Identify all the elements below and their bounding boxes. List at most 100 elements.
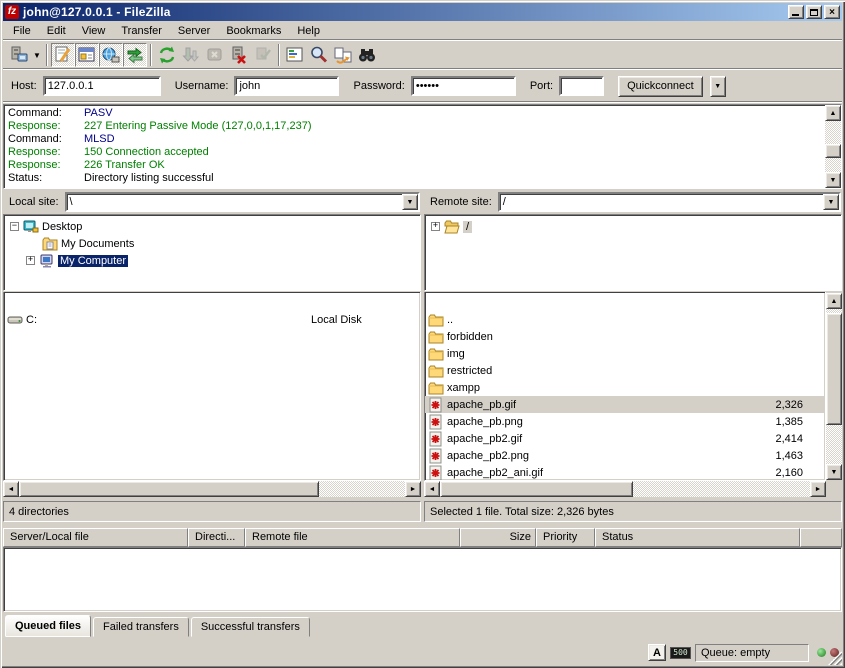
quickconnect-button[interactable]: Quickconnect bbox=[618, 76, 703, 97]
toolbar-separator bbox=[46, 44, 48, 66]
image-file-icon bbox=[428, 414, 444, 430]
directory-comparison-button[interactable] bbox=[355, 43, 379, 67]
remote-site-combobox[interactable]: / ▼ bbox=[498, 192, 841, 212]
site-manager-dropdown-button[interactable]: ▼ bbox=[31, 43, 43, 67]
port-input[interactable] bbox=[559, 76, 604, 96]
remote-hscrollbar-thumb[interactable] bbox=[440, 481, 633, 497]
scroll-down-icon[interactable]: ▼ bbox=[825, 172, 841, 188]
local-file-row[interactable]: C: Local Disk bbox=[4, 311, 420, 328]
toolbar-separator bbox=[278, 44, 280, 66]
remote-file-row[interactable]: apache_pb2.png 1,463 bbox=[425, 447, 825, 464]
filter-button[interactable] bbox=[283, 43, 307, 67]
image-file-icon bbox=[428, 465, 444, 481]
queue-column-direction[interactable]: Directi... bbox=[188, 528, 245, 547]
remote-directory-tree: + / bbox=[424, 214, 842, 291]
remote-status-bar: Selected 1 file. Total size: 2,326 bytes bbox=[424, 501, 842, 522]
toggle-transfer-queue-button[interactable] bbox=[123, 43, 147, 67]
local-hscrollbar[interactable]: ◄ ► bbox=[3, 481, 421, 497]
remote-file-row[interactable]: restricted bbox=[425, 362, 825, 379]
speed-limit-indicator[interactable]: 500 bbox=[670, 647, 691, 659]
remote-hscrollbar[interactable]: ◄ ► bbox=[424, 481, 826, 497]
quickconnect-dropdown-button[interactable]: ▼ bbox=[710, 76, 726, 97]
local-site-dropdown-button[interactable]: ▼ bbox=[402, 194, 418, 210]
site-manager-button[interactable] bbox=[7, 43, 31, 67]
remote-file-row[interactable]: apache_pb2_ani.gif 2,160 bbox=[425, 464, 825, 481]
local-site-combobox[interactable]: \ ▼ bbox=[65, 192, 420, 212]
port-label: Port: bbox=[530, 80, 553, 92]
local-tree-icon bbox=[77, 45, 97, 65]
tree-item-my-documents[interactable]: My Documents bbox=[4, 235, 420, 252]
log-scrollbar[interactable]: ▲ ▼ bbox=[825, 105, 841, 188]
transfer-type-indicator[interactable]: A bbox=[648, 644, 666, 661]
scroll-right-icon[interactable]: ► bbox=[405, 481, 421, 497]
remote-file-row-selected[interactable]: apache_pb.gif 2,326 bbox=[425, 396, 825, 413]
toggle-remote-tree-button[interactable] bbox=[99, 43, 123, 67]
log-line: Command:MLSD bbox=[8, 133, 841, 146]
tab-failed-transfers[interactable]: Failed transfers bbox=[93, 617, 189, 637]
username-input[interactable] bbox=[234, 76, 339, 96]
message-log-icon bbox=[53, 45, 73, 65]
queue-column-server-local-file[interactable]: Server/Local file bbox=[3, 528, 188, 547]
queue-column-size[interactable]: Size bbox=[460, 528, 536, 547]
remote-file-row[interactable]: xampp bbox=[425, 379, 825, 396]
process-queue-icon bbox=[181, 45, 201, 65]
local-site-label: Local site: bbox=[3, 196, 65, 208]
tree-item-root[interactable]: + / bbox=[425, 218, 841, 235]
scroll-down-icon[interactable]: ▼ bbox=[826, 464, 842, 480]
minimize-button[interactable] bbox=[788, 5, 804, 19]
image-file-icon bbox=[428, 397, 444, 413]
file-search-button[interactable] bbox=[307, 43, 331, 67]
host-input[interactable] bbox=[43, 76, 161, 96]
tab-successful-transfers[interactable]: Successful transfers bbox=[191, 617, 310, 637]
resize-grip[interactable] bbox=[828, 651, 842, 665]
scroll-left-icon[interactable]: ◄ bbox=[424, 481, 440, 497]
tab-queued-files[interactable]: Queued files bbox=[5, 615, 91, 637]
local-file-list: C: Local Disk bbox=[3, 292, 421, 481]
password-input[interactable] bbox=[411, 76, 516, 96]
password-label: Password: bbox=[353, 80, 404, 92]
expand-icon[interactable]: + bbox=[26, 256, 35, 265]
collapse-icon[interactable]: − bbox=[10, 222, 19, 231]
reconnect-button[interactable] bbox=[251, 43, 275, 67]
menu-bookmarks[interactable]: Bookmarks bbox=[218, 23, 289, 39]
close-button[interactable]: × bbox=[824, 5, 840, 19]
refresh-button[interactable] bbox=[155, 43, 179, 67]
remote-site-dropdown-button[interactable]: ▼ bbox=[823, 194, 839, 210]
title-bar[interactable]: fz john@127.0.0.1 - FileZilla × bbox=[3, 3, 842, 21]
remote-scrollbar-thumb[interactable] bbox=[826, 313, 842, 425]
remote-file-row[interactable]: apache_pb2.gif 2,414 bbox=[425, 430, 825, 447]
toggle-message-log-button[interactable] bbox=[51, 43, 75, 67]
remote-file-row[interactable]: apache_pb.png 1,385 bbox=[425, 413, 825, 430]
local-hscrollbar-thumb[interactable] bbox=[19, 481, 319, 497]
queue-column-priority[interactable]: Priority bbox=[536, 528, 595, 547]
remote-file-row[interactable]: forbidden bbox=[425, 328, 825, 345]
scroll-right-icon[interactable]: ► bbox=[810, 481, 826, 497]
folder-open-icon bbox=[444, 219, 460, 235]
toolbar-separator bbox=[150, 44, 152, 66]
cancel-button[interactable] bbox=[203, 43, 227, 67]
expand-icon[interactable]: + bbox=[431, 222, 440, 231]
process-queue-button[interactable] bbox=[179, 43, 203, 67]
queue-column-remote-file[interactable]: Remote file bbox=[245, 528, 460, 547]
menu-view[interactable]: View bbox=[74, 23, 114, 39]
scroll-up-icon[interactable]: ▲ bbox=[826, 293, 842, 309]
scroll-left-icon[interactable]: ◄ bbox=[3, 481, 19, 497]
menu-transfer[interactable]: Transfer bbox=[113, 23, 170, 39]
maximize-button[interactable] bbox=[806, 5, 822, 19]
synchronized-browsing-button[interactable] bbox=[331, 43, 355, 67]
log-scrollbar-thumb[interactable] bbox=[825, 144, 841, 158]
remote-file-row[interactable]: .. bbox=[425, 311, 825, 328]
queue-column-status[interactable]: Status bbox=[595, 528, 800, 547]
disconnect-button[interactable] bbox=[227, 43, 251, 67]
menu-edit[interactable]: Edit bbox=[39, 23, 74, 39]
menu-file[interactable]: File bbox=[5, 23, 39, 39]
toggle-local-tree-button[interactable] bbox=[75, 43, 99, 67]
menu-help[interactable]: Help bbox=[289, 23, 328, 39]
queue-list[interactable] bbox=[3, 547, 842, 612]
remote-file-row[interactable]: img bbox=[425, 345, 825, 362]
tree-item-desktop[interactable]: − Desktop bbox=[4, 218, 420, 235]
menu-server[interactable]: Server bbox=[170, 23, 218, 39]
remote-list-scrollbar[interactable]: ▲ ▼ bbox=[826, 293, 842, 480]
tree-item-my-computer[interactable]: + My Computer bbox=[4, 252, 420, 269]
scroll-up-icon[interactable]: ▲ bbox=[825, 105, 841, 121]
